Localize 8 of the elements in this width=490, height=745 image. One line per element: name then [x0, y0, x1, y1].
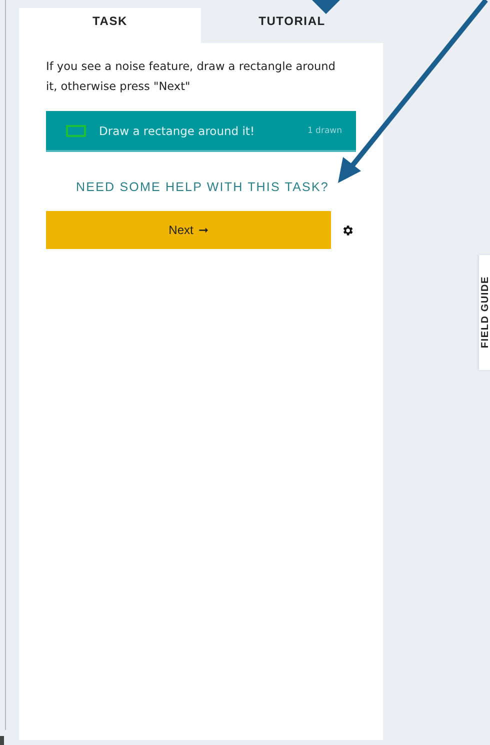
field-guide-tab[interactable]: FIELD GUIDE [479, 255, 490, 370]
tab[interactable]: TUTORIAL [201, 8, 383, 43]
drawn-count: 1 drawn [307, 126, 342, 136]
next-button[interactable]: Next ➞ [46, 211, 331, 249]
tool-label: Draw a rectange around it! [99, 124, 256, 138]
task-instruction: If you see a noise feature, draw a rectangle around it, otherwise press "Next" [46, 59, 336, 95]
settings-icon[interactable] [341, 224, 354, 236]
help-link[interactable]: NEED SOME HELP WITH THIS TASK? [76, 180, 329, 194]
